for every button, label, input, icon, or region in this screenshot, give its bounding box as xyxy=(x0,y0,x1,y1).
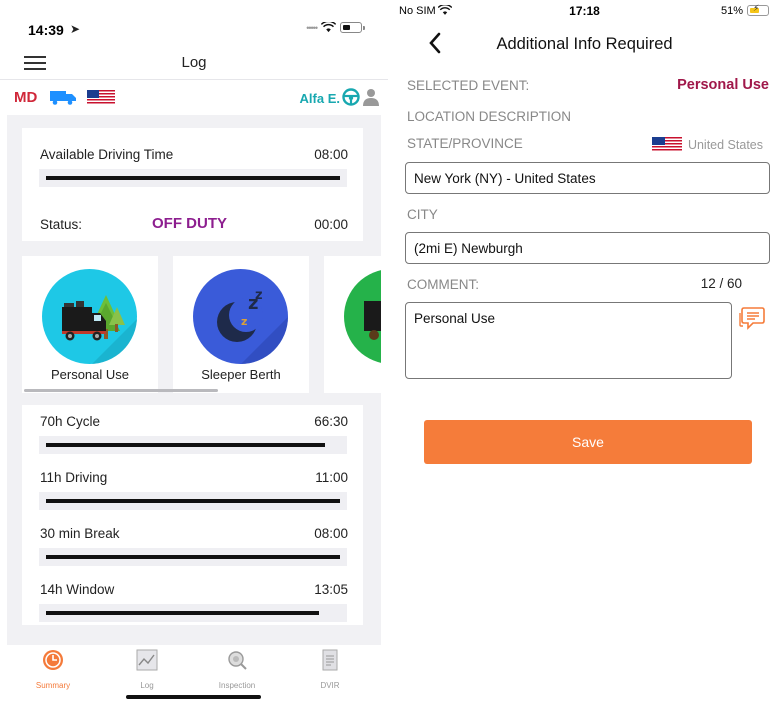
page-title: Additional Info Required xyxy=(496,35,673,53)
status-label: Status: xyxy=(40,217,83,232)
status-bar: 14:39 ➤ ••••• xyxy=(0,0,388,44)
driving-progress xyxy=(39,492,347,510)
location-description-label: LOCATION DESCRIPTION xyxy=(407,109,572,124)
cycle-progress xyxy=(39,436,347,454)
horizontal-scrollbar[interactable] xyxy=(24,389,218,392)
comment-textarea[interactable] xyxy=(405,302,732,379)
available-label: Available Driving Time xyxy=(40,147,174,162)
selected-event-label: SELECTED EVENT: xyxy=(407,78,530,93)
break-progress xyxy=(39,548,347,566)
progress-fill xyxy=(46,611,319,615)
svg-text:z: z xyxy=(255,288,263,303)
truck-trees-icon xyxy=(42,269,137,364)
country-name: United States xyxy=(687,137,763,152)
stat-time: 11:00 xyxy=(315,470,348,485)
status-time: 14:39 xyxy=(28,22,64,38)
location-arrow-icon: ➤ xyxy=(70,22,81,36)
progress-fill xyxy=(46,499,340,503)
steering-wheel-icon xyxy=(342,88,360,106)
status-time-value: 00:00 xyxy=(314,217,348,232)
duty-status: OFF DUTY xyxy=(152,215,227,232)
event-driving[interactable]: D xyxy=(324,256,381,393)
country-selector[interactable]: United States xyxy=(651,137,763,152)
event-sleeper-berth[interactable]: z z z Sleeper Berth xyxy=(173,256,309,393)
state-province-label: STATE/PROVINCE xyxy=(407,136,523,151)
magnifier-icon xyxy=(228,651,247,670)
state-province-input[interactable] xyxy=(405,162,770,194)
stat-label: 14h Window xyxy=(40,582,115,597)
truck-icon xyxy=(50,91,76,105)
app-header: Log xyxy=(0,44,388,80)
signal-icon: ••••• xyxy=(306,22,318,33)
event-label: D xyxy=(324,367,381,382)
city-label: CITY xyxy=(407,207,438,222)
available-progress xyxy=(39,169,347,187)
tab-dvir[interactable]: DVIR xyxy=(290,649,370,690)
chart-icon xyxy=(136,649,158,671)
window-progress xyxy=(39,604,347,622)
driver-bar: MD Alfa E. xyxy=(0,82,388,112)
city-input[interactable] xyxy=(405,232,770,264)
app-header: Additional Info Required xyxy=(392,22,777,66)
truck-icon xyxy=(344,269,381,364)
wifi-icon xyxy=(321,22,336,33)
available-time: 08:00 xyxy=(314,147,348,162)
tab-summary[interactable]: Summary xyxy=(13,649,93,690)
stat-time: 66:30 xyxy=(314,414,348,429)
tab-bar: Summary Log Inspection DVIR xyxy=(0,645,388,701)
event-label: Personal Use xyxy=(50,367,130,382)
stat-label: 30 min Break xyxy=(40,526,120,541)
comment-counter: 12 / 60 xyxy=(700,276,742,291)
battery-percent: 51% xyxy=(720,5,743,17)
tab-label: DVIR xyxy=(320,681,340,690)
page-title: Log xyxy=(181,54,207,71)
event-personal-use[interactable]: Personal Use xyxy=(22,256,158,393)
hours-stats-card: 70h Cycle 66:30 11h Driving 11:00 30 min… xyxy=(22,405,363,625)
us-flag-icon xyxy=(651,137,682,152)
home-indicator[interactable] xyxy=(126,695,261,699)
save-button[interactable]: Save xyxy=(424,420,752,464)
moon-sleep-icon: z z z xyxy=(193,269,288,364)
stat-time: 08:00 xyxy=(314,526,348,541)
document-icon xyxy=(322,649,338,671)
progress-fill xyxy=(46,443,325,447)
selected-event-value: Personal Use xyxy=(677,77,769,93)
user-icon[interactable] xyxy=(362,88,380,106)
status-bar: No SIM 17:18 51% xyxy=(392,0,777,22)
status-time: 17:18 xyxy=(569,4,600,18)
stat-label: 11h Driving xyxy=(40,470,108,485)
clock-icon xyxy=(43,650,63,670)
driver-name[interactable]: Alfa E. xyxy=(300,91,340,106)
chat-bubble-icon[interactable] xyxy=(739,305,765,331)
tab-label: Inspection xyxy=(218,681,256,690)
stat-time: 13:05 xyxy=(314,582,348,597)
tab-label: Summary xyxy=(35,681,71,690)
log-screen: 14:39 ➤ ••••• Log MD Alfa E. Available D… xyxy=(0,0,388,701)
tab-label: Log xyxy=(140,681,154,690)
us-flag-icon xyxy=(87,90,115,105)
battery-charging-icon xyxy=(747,3,769,16)
available-progress-fill xyxy=(46,176,340,180)
tab-log[interactable]: Log xyxy=(107,649,187,690)
stat-label: 70h Cycle xyxy=(40,414,101,429)
event-label: Sleeper Berth xyxy=(201,367,281,382)
progress-fill xyxy=(46,555,340,559)
battery-icon xyxy=(340,22,365,33)
comment-label: COMMENT: xyxy=(407,277,479,292)
region-label: MD xyxy=(14,89,38,106)
svg-text:z: z xyxy=(241,315,247,328)
tab-inspection[interactable]: Inspection xyxy=(197,649,277,690)
available-driving-card: Available Driving Time 08:00 Status: OFF… xyxy=(22,128,363,241)
additional-info-screen: No SIM 17:18 51% Additional Info Require… xyxy=(392,0,777,701)
summary-panel: Available Driving Time 08:00 Status: OFF… xyxy=(7,115,381,645)
